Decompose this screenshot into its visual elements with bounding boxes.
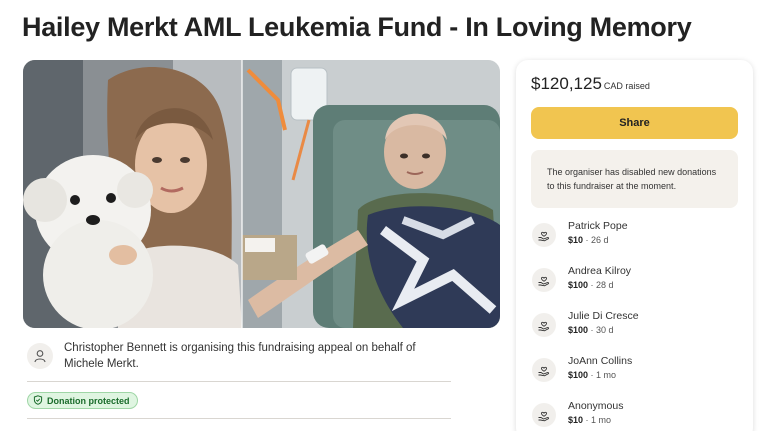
raised-currency: CAD raised xyxy=(603,81,650,91)
organiser-text: Christopher Bennett is organising this f… xyxy=(64,342,416,370)
divider xyxy=(27,381,451,382)
badge-label: Donation protected xyxy=(47,395,130,406)
raised-amount: $120,125 xyxy=(531,74,602,93)
divider xyxy=(27,418,451,419)
donor-name: Julie Di Cresce xyxy=(568,310,639,322)
donation-meta: $10 · 1 mo xyxy=(568,415,611,425)
donation-hand-heart-icon xyxy=(532,223,556,247)
donor-name: Andrea Kilroy xyxy=(568,265,632,277)
donation-meta: $100 · 1 mo xyxy=(568,370,616,380)
shield-check-icon xyxy=(33,394,43,407)
donor-name: Anonymous xyxy=(568,400,624,412)
donation-list-item: Anonymous $10 · 1 mo xyxy=(531,400,741,430)
donor-name: Patrick Pope xyxy=(568,220,628,232)
donation-time: · 1 mo xyxy=(583,415,612,425)
amount-raised: $120,125 CAD raised xyxy=(531,74,650,94)
donation-sidebar: $120,125 CAD raised Share The organiser h… xyxy=(516,60,753,431)
donation-amount: $100 xyxy=(568,325,589,335)
donation-list-item: JoAnn Collins $100 · 1 mo xyxy=(531,355,741,385)
donation-meta: $100 · 30 d xyxy=(568,325,614,335)
donation-amount: $100 xyxy=(568,280,589,290)
donation-amount: $10 xyxy=(568,235,584,245)
donation-hand-heart-icon xyxy=(532,313,556,337)
donation-meta: $100 · 28 d xyxy=(568,280,614,290)
donation-list-item: Andrea Kilroy $100 · 28 d xyxy=(531,265,741,295)
donation-hand-heart-icon xyxy=(532,268,556,292)
donation-time: · 28 d xyxy=(588,280,614,290)
donation-amount: $10 xyxy=(568,415,584,425)
donation-list-item: Julie Di Cresce $100 · 30 d xyxy=(531,310,741,340)
person-icon xyxy=(27,343,53,369)
donation-list-item: Patrick Pope $10 · 26 d xyxy=(531,220,741,250)
donation-time: · 30 d xyxy=(588,325,614,335)
donation-hand-heart-icon xyxy=(532,358,556,382)
page-title: Hailey Merkt AML Leukemia Fund - In Lovi… xyxy=(22,12,692,42)
donation-meta: $10 · 26 d xyxy=(568,235,609,245)
donation-amount: $100 xyxy=(568,370,589,380)
cover-photo-collage xyxy=(23,60,500,328)
donations-disabled-notice: The organiser has disabled new donations… xyxy=(531,150,738,208)
donation-protected-badge[interactable]: Donation protected xyxy=(27,392,138,409)
donation-time: · 26 d xyxy=(583,235,609,245)
donation-time: · 1 mo xyxy=(588,370,617,380)
donor-name: JoAnn Collins xyxy=(568,355,633,367)
donation-hand-heart-icon xyxy=(532,403,556,427)
share-button[interactable]: Share xyxy=(531,107,738,139)
fundraiser-cover-photo[interactable] xyxy=(23,60,500,328)
organiser-info: Christopher Bennett is organising this f… xyxy=(27,340,451,372)
